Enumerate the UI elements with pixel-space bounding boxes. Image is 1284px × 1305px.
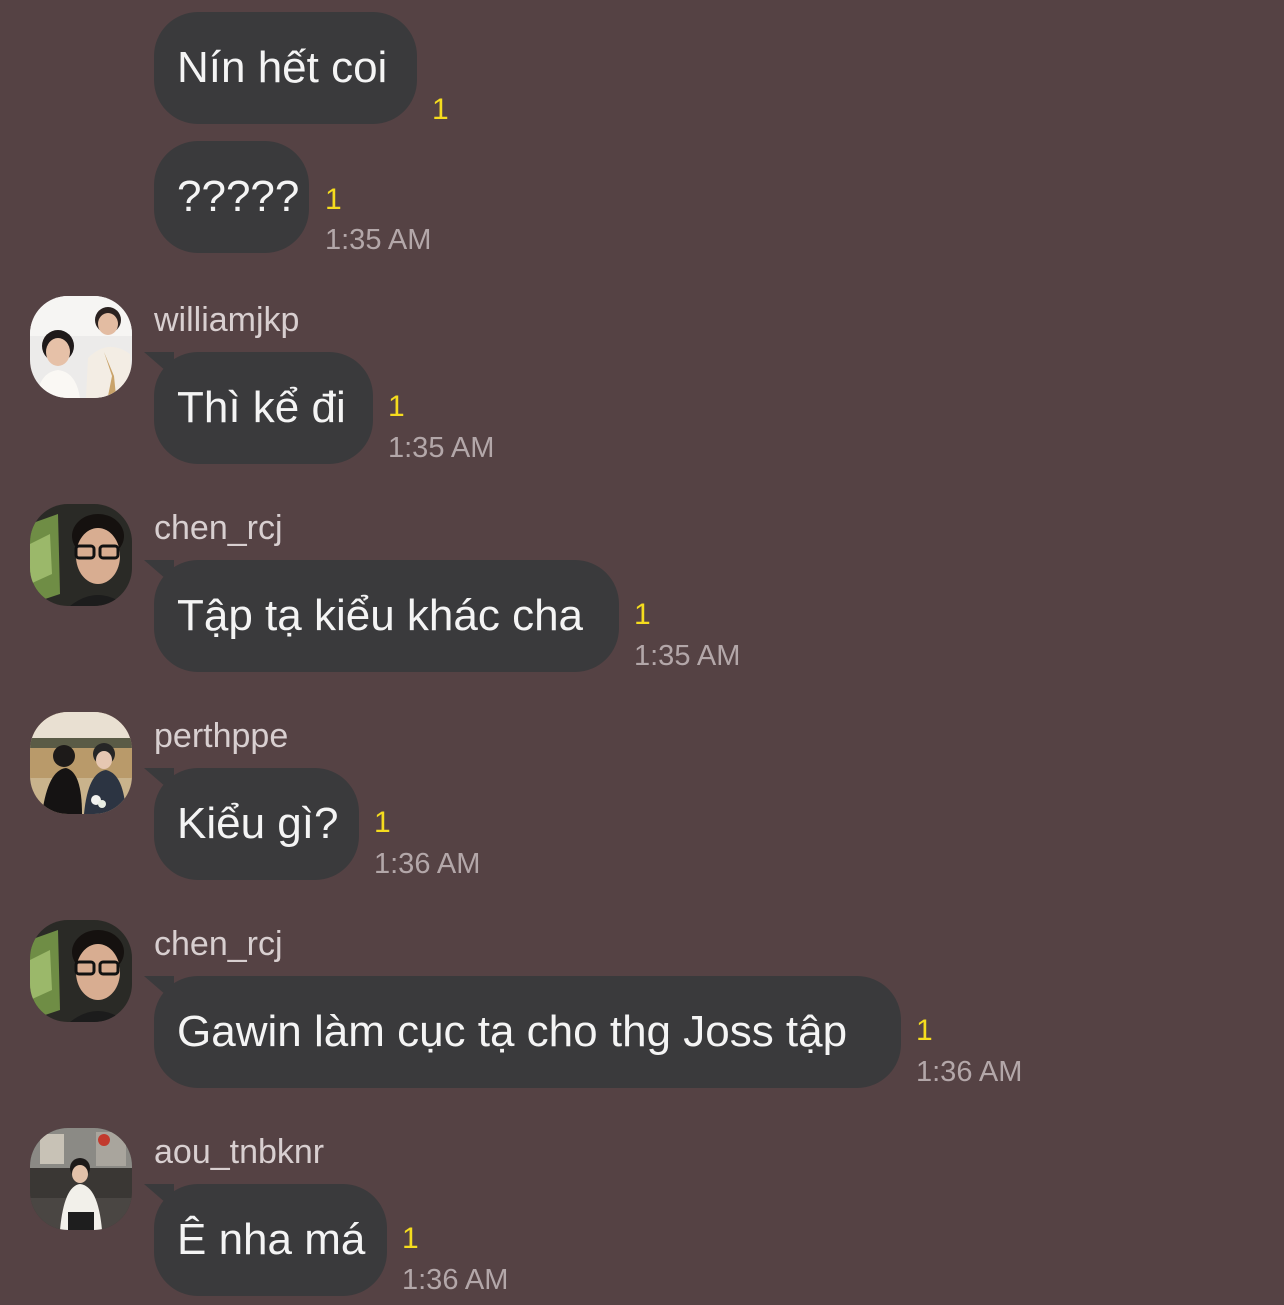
person-photo-icon [30, 712, 132, 814]
message-time: 1:36 AM [374, 848, 481, 880]
person-photo-icon [30, 296, 132, 398]
message-time: 1:35 AM [634, 640, 741, 672]
message-bubble[interactable]: Gawin làm cục tạ cho thg Joss tập [144, 976, 901, 1088]
message-bubble[interactable]: ????? [154, 141, 309, 253]
chat-thread[interactable]: Nín hết coi 1 ????? 1 1:35 AM williamjkp… [0, 0, 1284, 1305]
message-time: 1:35 AM [325, 224, 432, 256]
message-text: Gawin làm cục tạ cho thg Joss tập [177, 1007, 848, 1056]
message-text: Ê nha má [177, 1215, 366, 1264]
avatar[interactable] [30, 296, 132, 398]
unread-count: 1 [432, 93, 449, 126]
avatar[interactable] [30, 504, 132, 606]
unread-count: 1 [374, 806, 391, 839]
message-bubble[interactable]: Ê nha má [144, 1184, 387, 1296]
avatar[interactable] [30, 712, 132, 814]
unread-count: 1 [634, 598, 651, 631]
person-photo-icon [30, 1128, 132, 1230]
message-text: Nín hết coi [177, 43, 388, 92]
sender-username[interactable]: aou_tnbknr [154, 1132, 324, 1172]
sender-username[interactable]: chen_rcj [154, 924, 283, 964]
unread-count: 1 [325, 183, 342, 216]
sender-username[interactable]: williamjkp [154, 300, 299, 340]
sender-username[interactable]: perthppe [154, 716, 288, 756]
message-bubble[interactable]: Tập tạ kiểu khác cha [144, 560, 619, 672]
sender-username[interactable]: chen_rcj [154, 508, 283, 548]
message-text: Thì kể đi [177, 383, 346, 432]
unread-count: 1 [388, 390, 405, 423]
message-text: Tập tạ kiểu khác cha [177, 591, 584, 640]
avatar[interactable] [30, 920, 132, 1022]
message-bubble[interactable]: Thì kể đi [144, 352, 373, 464]
person-photo-icon [30, 920, 132, 1022]
person-photo-icon [30, 504, 132, 606]
unread-count: 1 [916, 1014, 933, 1047]
unread-count: 1 [402, 1222, 419, 1255]
message-text: Kiểu gì? [177, 799, 339, 848]
message-bubble[interactable]: Nín hết coi [154, 12, 417, 124]
message-text: ????? [177, 172, 300, 221]
message-bubble[interactable]: Kiểu gì? [144, 768, 359, 880]
message-time: 1:36 AM [916, 1056, 1023, 1088]
message-time: 1:35 AM [388, 432, 495, 464]
message-time: 1:36 AM [402, 1264, 509, 1296]
avatar[interactable] [30, 1128, 132, 1230]
